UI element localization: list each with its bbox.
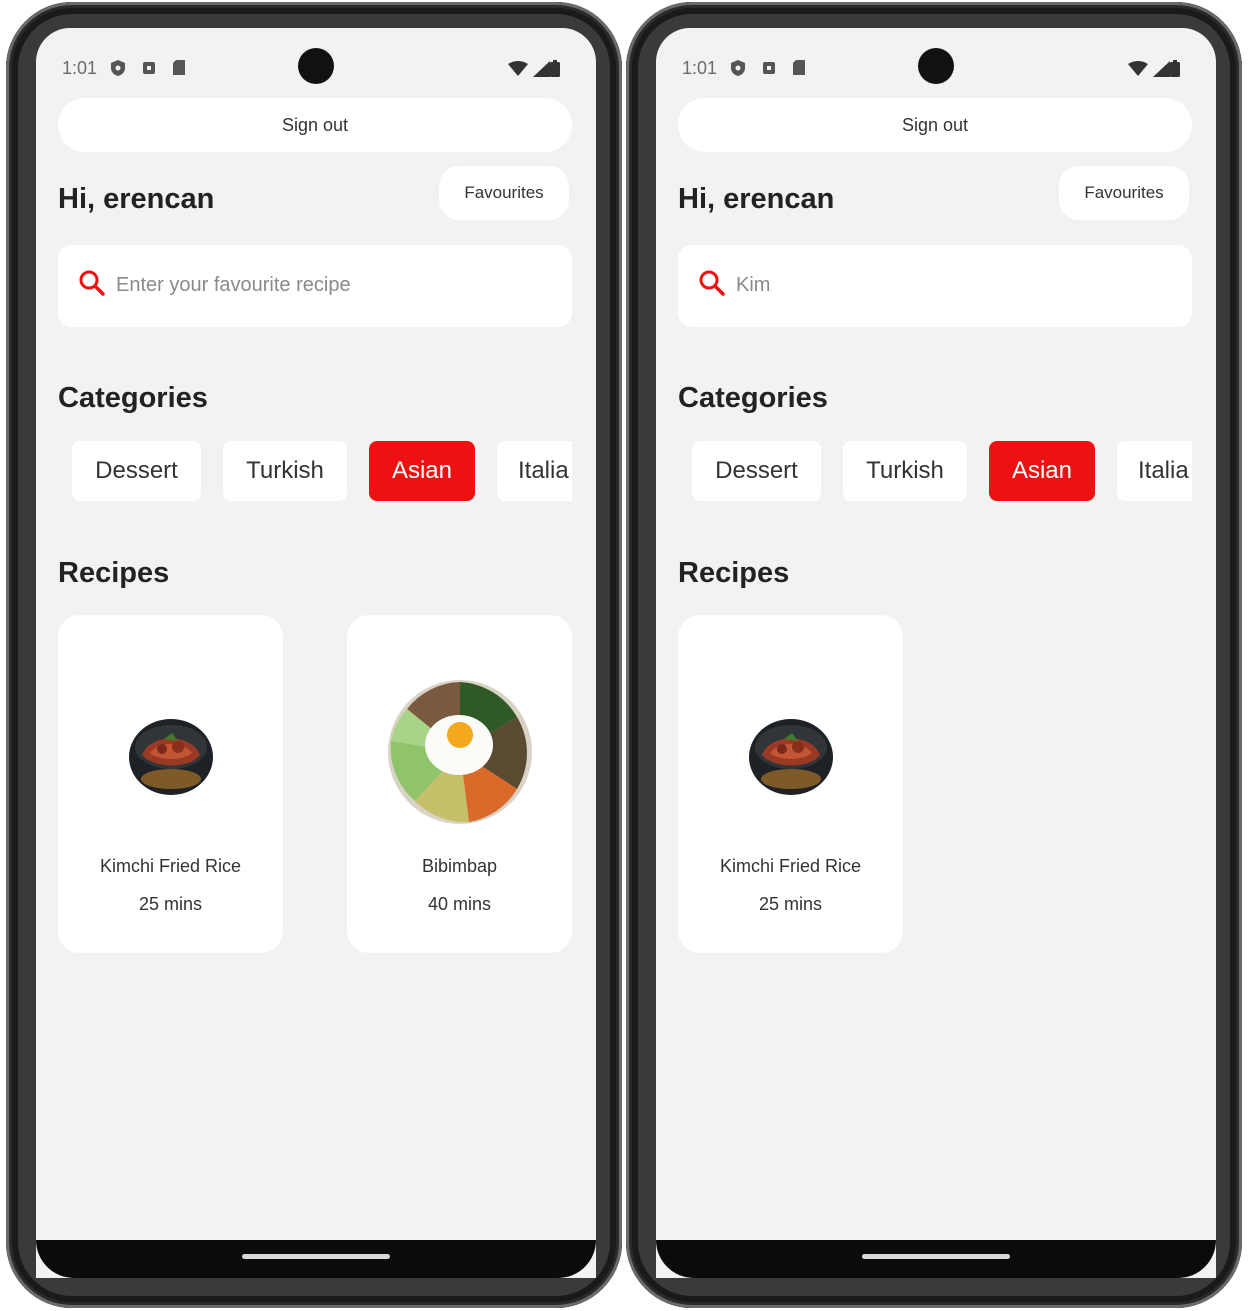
front-camera [918,48,954,84]
wifi-icon [508,61,528,76]
recipe-time: 40 mins [427,894,492,914]
recipe-card-kimchi-fried-rice[interactable]: Kimchi Fried Rice 25 mins [678,615,903,953]
categories-title: Categories [58,382,208,414]
recipe-name: Kimchi Fried Rice [719,856,862,876]
app-screen: 1:01 Sign out Hi, erencan Favourites Ent… [36,28,596,1278]
status-bar: 1:01 [656,28,1216,104]
search-placeholder: Enter your favourite recipe [116,274,351,296]
chip-italian[interactable]: Italia [1117,441,1192,501]
navigation-bar [656,1240,1216,1278]
chip-asian[interactable]: Asian [369,441,475,501]
recipe-card-kimchi-fried-rice[interactable]: Kimchi Fried Rice 25 mins [58,615,283,953]
favourites-button[interactable]: Favourites [439,166,569,220]
recipe-time: 25 mins [138,894,203,914]
stage: 1:01 Sign out Hi, erencan Favourites Ent… [0,0,1255,1311]
greeting-title: Hi, erencan [678,183,835,215]
signal-icon [533,61,550,77]
recipe-card-bibimbap[interactable]: Bibimbap 40 mins [347,615,572,953]
recipe-name: Bibimbap [421,856,498,876]
greeting-title: Hi, erencan [58,183,215,215]
sign-out-button[interactable]: Sign out [678,98,1192,152]
kimchi-fried-rice-image [128,719,213,795]
recipes-title: Recipes [678,557,790,589]
shield-icon [731,60,745,76]
search-input[interactable]: Enter your favourite recipe [58,245,572,327]
recipe-name: Kimchi Fried Rice [99,856,242,876]
chip-italian[interactable]: Italia [497,441,572,501]
bibimbap-image [387,680,532,824]
square-notification-icon [763,62,775,74]
status-time: 1:01 [682,58,718,78]
signal-icon [1153,61,1170,77]
battery-icon [1170,60,1180,77]
app-screen: 1:01 Sign out Hi, erencan Favourites Kim… [656,28,1216,1278]
recipe-time: 25 mins [758,894,823,914]
sim-card-icon [793,60,805,75]
favourites-button[interactable]: Favourites [1059,166,1189,220]
categories-title: Categories [678,382,828,414]
recipes-title: Recipes [58,557,170,589]
sign-out-button[interactable]: Sign out [58,98,572,152]
front-camera [298,48,334,84]
category-chips: Dessert Turkish Asian Italia [72,441,572,503]
status-time: 1:01 [62,58,98,78]
chip-asian[interactable]: Asian [989,441,1095,501]
chip-turkish[interactable]: Turkish [843,441,967,501]
search-value: Kim [736,274,771,296]
battery-icon [550,60,560,77]
search-icon [79,270,105,296]
home-indicator[interactable] [862,1254,1010,1259]
square-notification-icon [143,62,155,74]
category-chips: Dessert Turkish Asian Italia [692,441,1192,503]
shield-icon [111,60,125,76]
phone-frame-left: 1:01 Sign out Hi, erencan Favourites Ent… [6,2,622,1308]
search-icon [699,270,725,296]
search-input[interactable]: Kim [678,245,1192,327]
navigation-bar [36,1240,596,1278]
chip-turkish[interactable]: Turkish [223,441,347,501]
kimchi-fried-rice-image [748,719,833,795]
sim-card-icon [173,60,185,75]
chip-dessert[interactable]: Dessert [72,441,201,501]
chip-dessert[interactable]: Dessert [692,441,821,501]
status-bar: 1:01 [36,28,596,104]
phone-frame-right: 1:01 Sign out Hi, erencan Favourites Kim… [626,2,1242,1308]
home-indicator[interactable] [242,1254,390,1259]
wifi-icon [1128,61,1148,76]
